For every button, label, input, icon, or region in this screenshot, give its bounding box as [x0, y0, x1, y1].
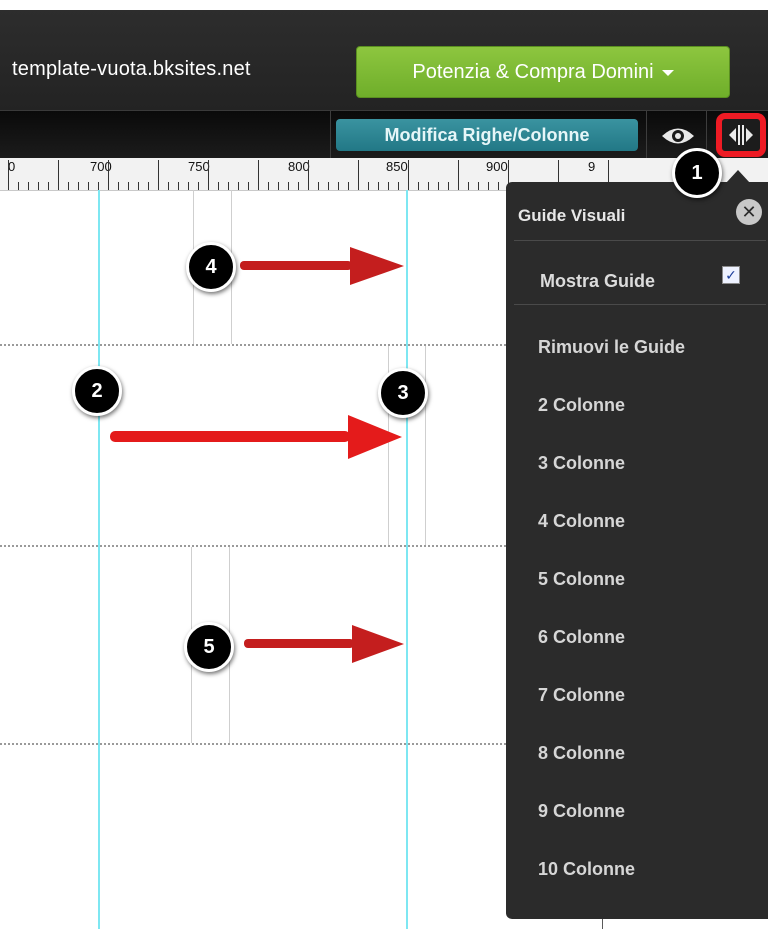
ruler-tick	[338, 182, 339, 190]
ruler-tick	[258, 160, 259, 190]
toolbar-divider	[646, 111, 647, 159]
ruler-tick	[88, 182, 89, 190]
panel-divider	[514, 304, 766, 305]
ruler-tick	[348, 182, 349, 190]
panel-divider	[514, 240, 766, 241]
ruler-tick	[408, 160, 409, 190]
ruler-tick	[308, 160, 309, 190]
columns-2-item[interactable]: 2 Colonne	[538, 395, 625, 416]
callout-badge-4: 4	[186, 242, 236, 292]
remove-guides-item[interactable]: Rimuovi le Guide	[538, 337, 685, 358]
ruler-tick	[418, 182, 419, 190]
columns-6-item[interactable]: 6 Colonne	[538, 627, 625, 648]
chevron-down-icon	[661, 70, 674, 76]
ruler-tick	[108, 160, 109, 190]
ruler-tick	[28, 182, 29, 190]
row-divider	[0, 743, 506, 745]
guide-line[interactable]	[98, 190, 100, 929]
ruler-tick	[358, 160, 359, 190]
ruler-tick	[38, 182, 39, 190]
ruler-label: 850	[386, 159, 408, 174]
ruler-tick	[438, 182, 439, 190]
callout-badge-2: 2	[72, 366, 122, 416]
toolbar-divider	[330, 111, 331, 159]
ruler-tick	[18, 182, 19, 190]
ruler-tick	[288, 182, 289, 190]
ruler-tick	[128, 182, 129, 190]
callout-badge-1: 1	[672, 148, 722, 198]
ruler-tick	[168, 182, 169, 190]
top-bar: template-vuota.bksites.net Potenzia & Co…	[0, 10, 768, 110]
ruler-tick	[48, 182, 49, 190]
edit-rows-columns-button[interactable]: Modifica Righe/Colonne	[336, 119, 638, 151]
columns-4-item[interactable]: 4 Colonne	[538, 511, 625, 532]
columns-5-item[interactable]: 5 Colonne	[538, 569, 625, 590]
eye-icon[interactable]	[660, 125, 696, 147]
columns-3-item[interactable]: 3 Colonne	[538, 453, 625, 474]
ruler-tick	[248, 182, 249, 190]
columns-7-item[interactable]: 7 Colonne	[538, 685, 625, 706]
ruler-tick	[278, 182, 279, 190]
ruler-tick	[8, 160, 9, 190]
ruler-tick	[188, 182, 189, 190]
columns-9-item[interactable]: 9 Colonne	[538, 801, 625, 822]
ruler-label: 9	[588, 159, 596, 174]
show-guides-checkbox[interactable]: ✓	[722, 266, 740, 284]
column-guides-icon	[729, 125, 753, 145]
ruler-tick	[68, 182, 69, 190]
ruler-label: 750	[188, 159, 210, 174]
ruler-tick	[398, 182, 399, 190]
editor-toolbar: Modifica Righe/Colonne	[0, 110, 768, 159]
arrow-icon	[244, 625, 404, 663]
ruler-label: 800	[288, 159, 310, 174]
ruler-tick	[118, 182, 119, 190]
ruler-tick	[198, 182, 199, 190]
ruler-tick	[448, 182, 449, 190]
ruler-tick	[58, 160, 59, 190]
ruler-tick	[378, 182, 379, 190]
close-icon[interactable]: ✕	[736, 199, 762, 225]
ruler-tick	[478, 182, 479, 190]
ruler-tick	[238, 182, 239, 190]
ruler-tick	[218, 182, 219, 190]
row-divider	[0, 545, 506, 547]
visual-guides-button[interactable]	[716, 113, 766, 157]
site-name[interactable]: template-vuota.bksites.net	[12, 58, 251, 81]
show-guides-label: Mostra Guide	[540, 271, 656, 291]
ruler-tick	[268, 182, 269, 190]
upgrade-button-label: Potenzia & Compra Domini	[412, 60, 654, 83]
ruler-tick	[388, 182, 389, 190]
ruler-tick	[328, 182, 329, 190]
ruler-tick	[78, 182, 79, 190]
ruler-tick	[368, 182, 369, 190]
ruler-label: 0	[8, 159, 16, 174]
ruler-tick	[318, 182, 319, 190]
ruler-tick	[178, 182, 179, 190]
columns-8-item[interactable]: 8 Colonne	[538, 743, 625, 764]
ruler-tick	[138, 182, 139, 190]
ruler-tick	[208, 160, 209, 190]
column-boundary	[425, 346, 426, 545]
ruler-tick	[458, 160, 459, 190]
ruler-tick	[498, 182, 499, 190]
arrow-icon	[110, 415, 402, 459]
callout-badge-3: 3	[378, 368, 428, 418]
guide-line[interactable]	[406, 190, 408, 929]
upgrade-buy-domains-button[interactable]: Potenzia & Compra Domini	[356, 46, 730, 98]
callout-badge-5: 5	[184, 622, 234, 672]
row-divider	[0, 344, 506, 346]
ruler-tick	[428, 182, 429, 190]
ruler-tick	[158, 160, 159, 190]
ruler-tick	[148, 182, 149, 190]
arrow-icon	[240, 247, 404, 285]
columns-10-item[interactable]: 10 Colonne	[538, 859, 635, 880]
ruler-tick	[98, 182, 99, 190]
ruler-tick	[488, 182, 489, 190]
ruler-tick	[228, 182, 229, 190]
visual-guides-panel: Guide Visuali ✕ Mostra Guide ✓ Rimuovi l…	[506, 182, 768, 919]
panel-title: Guide Visuali	[518, 206, 626, 225]
ruler-tick	[298, 182, 299, 190]
ruler-label: 900	[486, 159, 508, 174]
ruler-tick	[468, 182, 469, 190]
